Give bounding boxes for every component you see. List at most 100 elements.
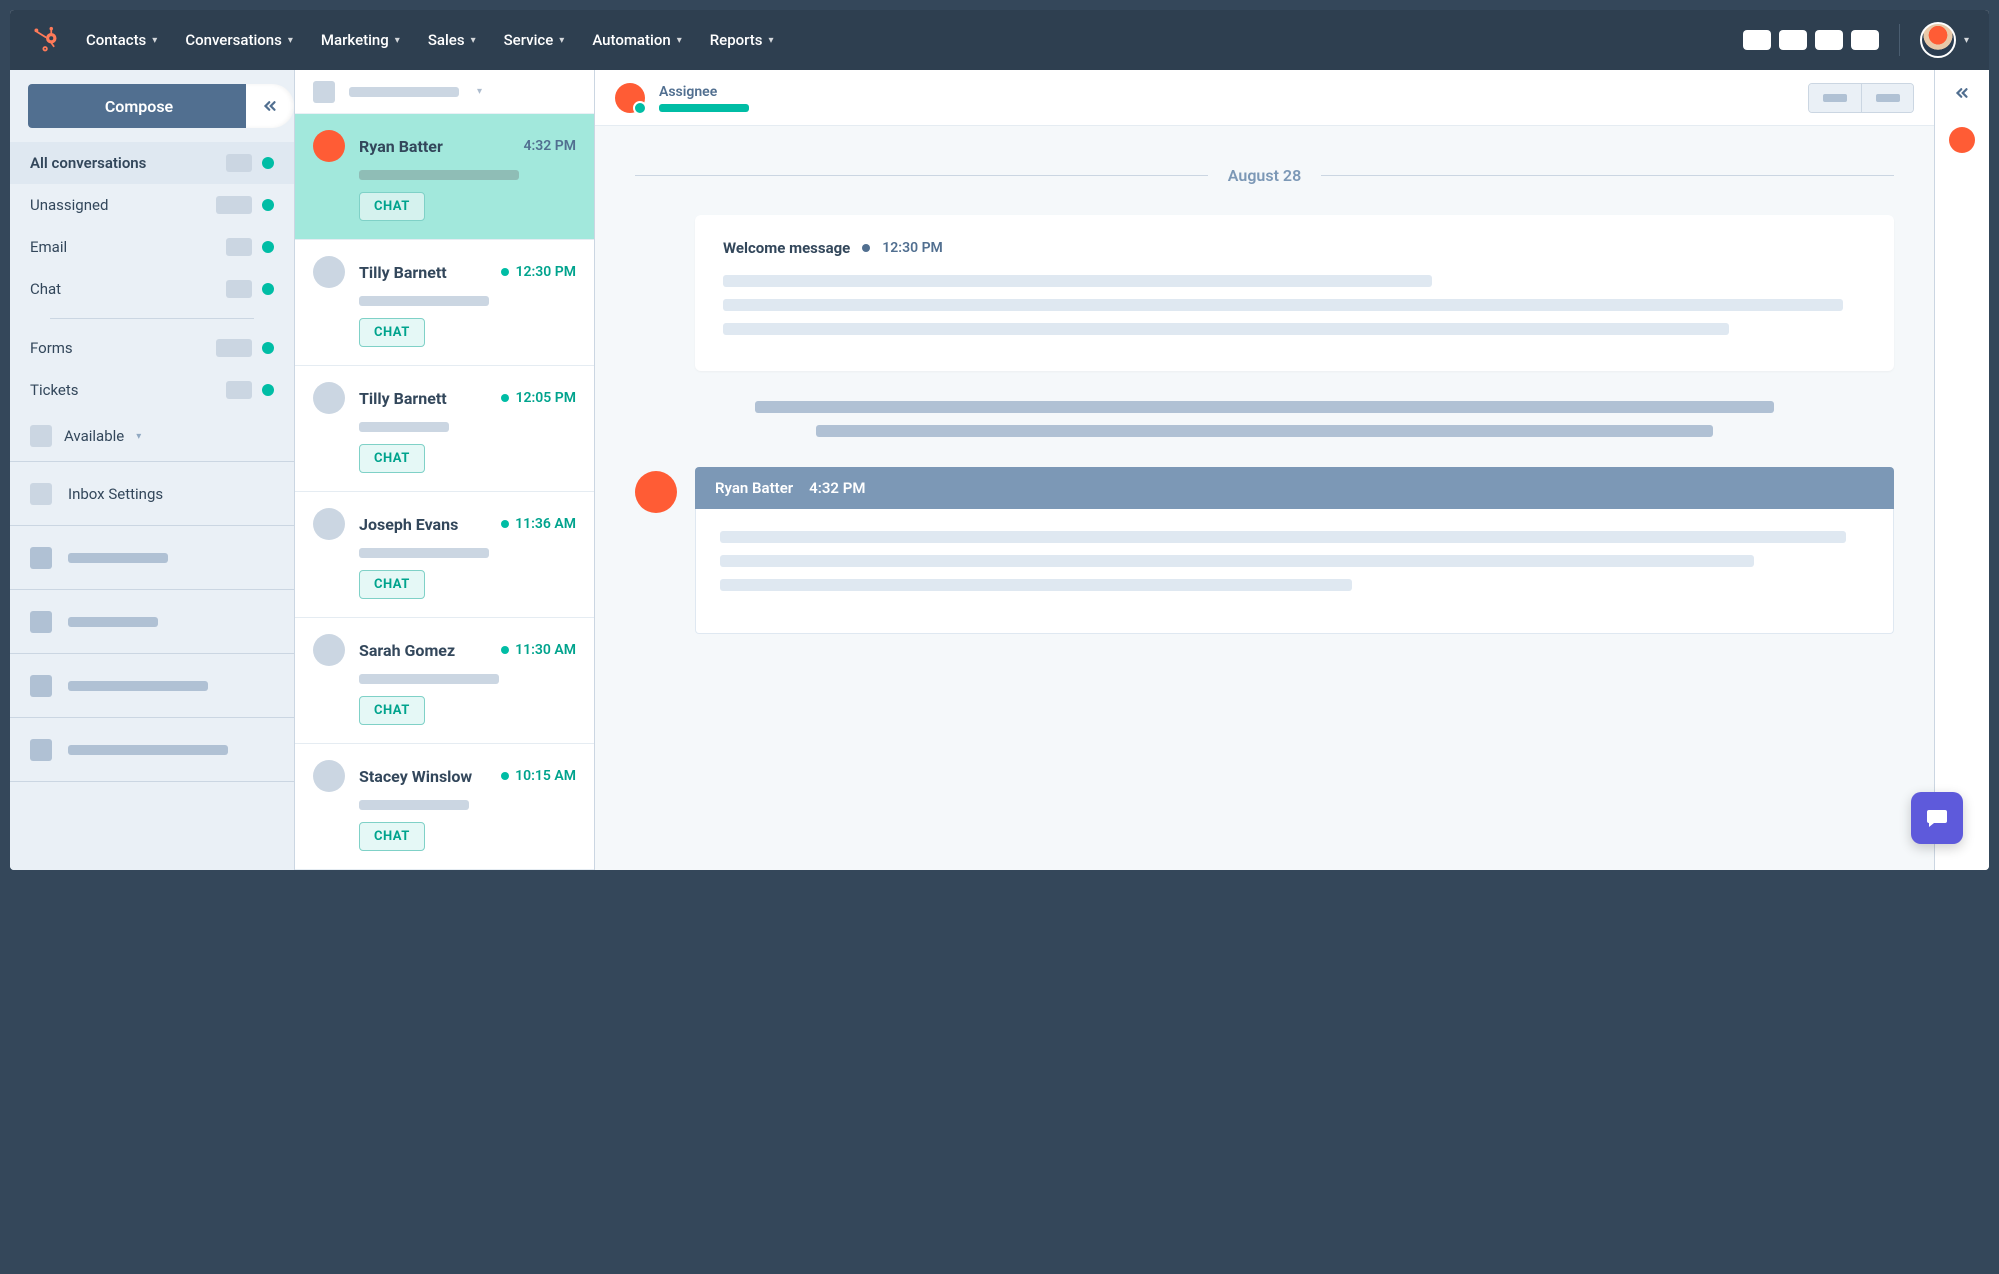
chat-widget-button[interactable] (1911, 792, 1963, 844)
date-label: August 28 (1228, 166, 1301, 185)
hubspot-logo-icon[interactable] (30, 24, 62, 56)
sidebar-filter-forms[interactable]: Forms (10, 327, 294, 369)
conversation-item[interactable]: Sarah Gomez 11:30 AM CHAT (295, 618, 594, 744)
thread-action-1[interactable] (1809, 84, 1861, 112)
unread-dot-icon (262, 157, 274, 169)
conversation-list: ▾ Ryan Batter 4:32 PM CHAT Tilly Barnett… (295, 70, 595, 870)
nav-action-1[interactable] (1743, 30, 1771, 50)
conversation-item[interactable]: Joseph Evans 11:36 AM CHAT (295, 492, 594, 618)
message-time: 12:30 PM (882, 240, 943, 256)
nav-service[interactable]: Service▾ (504, 31, 565, 49)
list-item[interactable] (10, 718, 294, 782)
conversation-avatar (313, 634, 345, 666)
availability-label: Available (64, 427, 124, 445)
channel-badge: CHAT (359, 444, 425, 473)
collapse-rail-button[interactable] (1953, 84, 1971, 107)
chevron-down-icon: ▾ (677, 35, 682, 46)
reply-body (695, 509, 1894, 634)
count-badge (226, 381, 252, 399)
nav-contacts[interactable]: Contacts▾ (86, 31, 157, 49)
conversation-avatar (313, 382, 345, 414)
sidebar-filter-chat[interactable]: Chat (10, 268, 294, 310)
status-icon (30, 425, 52, 447)
reply-author: Ryan Batter (715, 479, 793, 497)
conversation-avatar (313, 508, 345, 540)
sidebar-filter-label: Forms (30, 339, 73, 357)
filter-icon (313, 81, 335, 103)
thread-action-2[interactable] (1861, 84, 1913, 112)
compose-button[interactable]: Compose (28, 84, 250, 128)
contact-avatar[interactable] (615, 83, 645, 113)
sidebar-filter-email[interactable]: Email (10, 226, 294, 268)
sidebar-filter-label: Tickets (30, 381, 79, 399)
conversation-time: 4:32 PM (523, 138, 576, 154)
conversation-time: 12:30 PM (501, 264, 576, 280)
assignee-value[interactable] (659, 104, 749, 112)
thread-action-group (1808, 83, 1914, 113)
nav-marketing[interactable]: Marketing▾ (321, 31, 400, 49)
nav-right: ▾ (1743, 22, 1969, 58)
inbox-settings-label: Inbox Settings (68, 485, 163, 503)
availability-toggle[interactable]: Available ▾ (10, 411, 294, 461)
nav-action-4[interactable] (1851, 30, 1879, 50)
list-item[interactable] (10, 654, 294, 718)
nav-action-2[interactable] (1779, 30, 1807, 50)
message-preview (755, 401, 1774, 437)
unread-dot-icon (501, 520, 509, 528)
conversation-time: 11:36 AM (501, 516, 576, 532)
conversation-item[interactable]: Tilly Barnett 12:05 PM CHAT (295, 366, 594, 492)
conversation-item[interactable]: Tilly Barnett 12:30 PM CHAT (295, 240, 594, 366)
reply-avatar[interactable] (635, 471, 677, 513)
sidebar-filter-tickets[interactable]: Tickets (10, 369, 294, 411)
chevron-down-icon[interactable]: ▾ (1964, 35, 1969, 46)
thread-header: Assignee (595, 70, 1934, 126)
list-item[interactable] (10, 590, 294, 654)
user-avatar[interactable] (1920, 22, 1956, 58)
chevron-down-icon: ▾ (769, 35, 774, 46)
sidebar-filter-label: All conversations (30, 154, 146, 172)
settings-icon (30, 483, 52, 505)
sidebar-filter-unassigned[interactable]: Unassigned (10, 184, 294, 226)
conversation-time: 10:15 AM (501, 768, 576, 784)
channel-badge: CHAT (359, 570, 425, 599)
conversation-item[interactable]: Ryan Batter 4:32 PM CHAT (295, 114, 594, 240)
unread-dot-icon (501, 646, 509, 654)
contact-dot-icon[interactable] (1949, 127, 1975, 153)
status-dot-icon (862, 244, 870, 252)
sidebar-filter-all-conversations[interactable]: All conversations (10, 142, 294, 184)
sidebar-filter-label: Unassigned (30, 196, 108, 214)
nav-conversations[interactable]: Conversations▾ (185, 31, 293, 49)
conversation-name: Joseph Evans (359, 515, 487, 534)
collapse-sidebar-button[interactable] (246, 84, 294, 128)
sidebar-filter-label: Chat (30, 280, 61, 298)
count-badge (216, 196, 252, 214)
unread-dot-icon (262, 241, 274, 253)
channel-badge: CHAT (359, 192, 425, 221)
list-item[interactable] (10, 526, 294, 590)
chevron-down-icon: ▾ (136, 431, 141, 442)
channel-badge: CHAT (359, 318, 425, 347)
conversation-avatar (313, 760, 345, 792)
date-separator: August 28 (635, 166, 1894, 185)
unread-dot-icon (501, 268, 509, 276)
nav-reports[interactable]: Reports▾ (710, 31, 774, 49)
unread-dot-icon (501, 394, 509, 402)
count-badge (226, 238, 252, 256)
right-rail (1935, 70, 1989, 870)
conversation-avatar (313, 256, 345, 288)
nav-automation[interactable]: Automation▾ (592, 31, 681, 49)
nav-action-3[interactable] (1815, 30, 1843, 50)
nav-sales[interactable]: Sales▾ (428, 31, 476, 49)
channel-badge: CHAT (359, 822, 425, 851)
reply-time: 4:32 PM (809, 479, 865, 497)
conversation-list-header[interactable]: ▾ (295, 70, 594, 114)
inbox-settings-link[interactable]: Inbox Settings (10, 462, 294, 526)
top-nav: Contacts▾ Conversations▾ Marketing▾ Sale… (10, 10, 1989, 70)
welcome-message-card: Welcome message 12:30 PM (695, 215, 1894, 371)
conversation-item[interactable]: Stacey Winslow 10:15 AM CHAT (295, 744, 594, 870)
unread-dot-icon (262, 384, 274, 396)
count-badge (226, 154, 252, 172)
chevron-down-icon: ▾ (559, 35, 564, 46)
message-title: Welcome message (723, 239, 850, 257)
unread-dot-icon (262, 283, 274, 295)
